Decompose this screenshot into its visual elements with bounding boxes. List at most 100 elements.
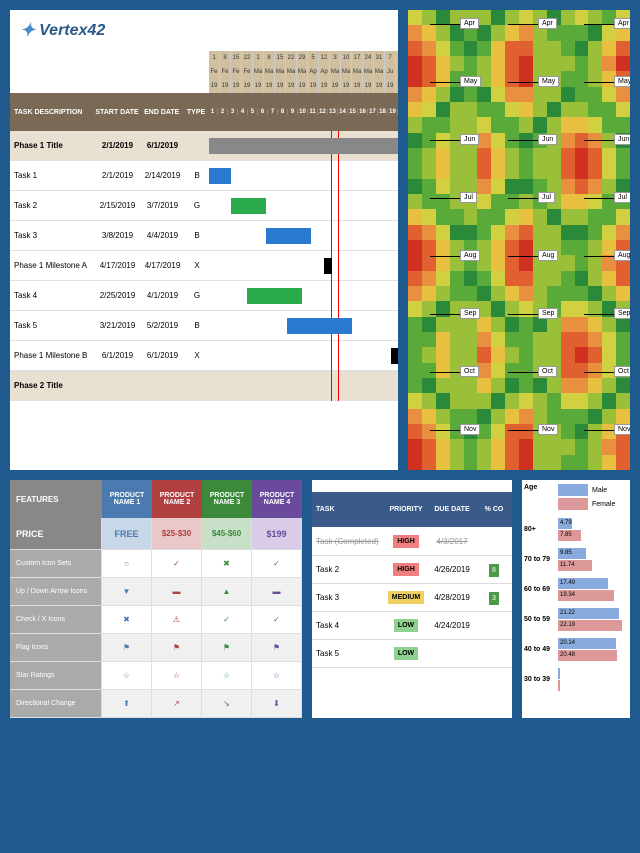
heat-cell: [519, 455, 533, 470]
heatmap-line: [430, 24, 460, 25]
feature-icon: ⚑: [202, 634, 252, 661]
heat-cell: [436, 439, 450, 454]
heat-cell: [464, 41, 478, 56]
gantt-start: 2/1/2019: [95, 171, 140, 180]
heatmap-month-label: May: [538, 76, 559, 87]
task-row[interactable]: Task (Completed) HIGH 4/3/2017: [312, 528, 512, 556]
task-row[interactable]: Task 3 MEDIUM 4/28/2019 3: [312, 584, 512, 612]
gantt-week-numbers: 12345678910111213141516171819: [208, 109, 398, 115]
heat-cell: [491, 225, 505, 240]
gantt-row[interactable]: Phase 2 Title: [10, 371, 398, 401]
task-priority: MEDIUM: [384, 591, 428, 604]
heat-cell: [436, 332, 450, 347]
vertex42-logo: ✦ Vertex42: [10, 10, 398, 51]
heat-cell: [477, 148, 491, 163]
gantt-end: 6/1/2019: [140, 141, 185, 150]
feature-icon: ▬: [252, 578, 302, 605]
heat-cell: [477, 10, 491, 25]
heatmap-line: [508, 372, 538, 373]
gantt-bar[interactable]: [287, 318, 352, 334]
heat-cell: [477, 347, 491, 362]
heat-cell: [422, 25, 436, 40]
feature-row: Custom Icon Sets ○ ✓ ✖ ✓: [10, 550, 302, 578]
heat-cell: [408, 87, 422, 102]
gantt-bar[interactable]: [324, 258, 332, 274]
gantt-bar[interactable]: [209, 138, 398, 154]
heat-cell: [450, 148, 464, 163]
heat-cell: [436, 393, 450, 408]
gantt-row[interactable]: Task 3 3/8/2019 4/4/2019 B: [10, 221, 398, 251]
task-row[interactable]: Task 2 HIGH 4/26/2019 8: [312, 556, 512, 584]
gantt-row[interactable]: Task 1 2/1/2019 2/14/2019 B: [10, 161, 398, 191]
gantt-bar[interactable]: [209, 168, 231, 184]
timeline-cell: 19: [220, 79, 231, 93]
heat-cell: [616, 332, 630, 347]
gantt-bar-area: [209, 221, 398, 250]
heat-cell: [519, 117, 533, 132]
pyramid-row: 30 to 39: [522, 664, 630, 694]
task-row[interactable]: Task 5 LOW: [312, 640, 512, 668]
heat-cell: [575, 41, 589, 56]
gantt-bar[interactable]: [266, 228, 311, 244]
gantt-row[interactable]: Task 2 2/15/2019 3/7/2019 G: [10, 191, 398, 221]
feature-icon: ⚑: [102, 634, 152, 661]
heat-cell: [491, 317, 505, 332]
week-num: 17: [368, 109, 378, 115]
heat-cell: [436, 424, 450, 439]
heat-cell: [505, 117, 519, 132]
gantt-row[interactable]: Phase 1 Milestone A 4/17/2019 4/17/2019 …: [10, 251, 398, 281]
heat-cell: [575, 332, 589, 347]
heat-cell: [561, 71, 575, 86]
pyramid-bars: 9.85 11.74: [558, 548, 630, 571]
heat-cell: [422, 87, 436, 102]
heat-cell: [450, 271, 464, 286]
product-3-header: PRODUCT NAME 3: [202, 480, 252, 518]
heat-cell: [464, 56, 478, 71]
heat-cell: [422, 255, 436, 270]
heat-cell: [477, 163, 491, 178]
gantt-row[interactable]: Task 4 2/25/2019 4/1/2019 G: [10, 281, 398, 311]
heat-cell: [533, 378, 547, 393]
gantt-bar[interactable]: [391, 348, 398, 364]
heat-cell: [547, 148, 561, 163]
timeline-cell: 19: [330, 79, 341, 93]
heat-cell: [519, 363, 533, 378]
heatmap-line: [584, 372, 614, 373]
gantt-row[interactable]: Task 5 3/21/2019 5/2/2019 B: [10, 311, 398, 341]
heat-cell: [588, 87, 602, 102]
task-name: Task 5: [312, 649, 384, 658]
heatmap-line: [584, 314, 614, 315]
heat-cell: [533, 225, 547, 240]
heatmap-month-label: Jun: [614, 134, 630, 145]
heat-cell: [533, 439, 547, 454]
gantt-bar[interactable]: [247, 288, 302, 304]
heat-cell: [519, 255, 533, 270]
heat-cell: [616, 286, 630, 301]
task-due: 4/28/2019: [428, 593, 476, 602]
gantt-row[interactable]: Phase 1 Title 2/1/2019 6/1/2019: [10, 131, 398, 161]
heatmap-month-label: Jul: [460, 192, 477, 203]
timeline-cell: 19: [264, 79, 275, 93]
task-row[interactable]: Task 4 LOW 4/24/2019: [312, 612, 512, 640]
heat-cell: [422, 286, 436, 301]
heat-cell: [436, 209, 450, 224]
task-due: 4/3/2017: [428, 537, 476, 546]
gantt-type: B: [185, 231, 209, 240]
heat-cell: [464, 378, 478, 393]
gantt-type: G: [185, 291, 209, 300]
heat-cell: [616, 455, 630, 470]
timeline-cell: 19: [297, 79, 308, 93]
pyramid-legend: Male Female: [558, 480, 615, 514]
product-4-header: PRODUCT NAME 4: [252, 480, 302, 518]
heat-cell: [505, 439, 519, 454]
heat-cell: [491, 56, 505, 71]
feature-icon: ✓: [252, 550, 302, 577]
feature-icon: ✓: [202, 606, 252, 633]
gantt-bar[interactable]: [231, 198, 266, 214]
gantt-start: 2/25/2019: [95, 291, 140, 300]
gantt-body: Phase 1 Title 2/1/2019 6/1/2019 Task 1 2…: [10, 131, 398, 401]
heat-cell: [408, 133, 422, 148]
feature-icon: ✖: [102, 606, 152, 633]
gantt-row[interactable]: Phase 1 Milestone B 6/1/2019 6/1/2019 X: [10, 341, 398, 371]
heat-cell: [491, 25, 505, 40]
